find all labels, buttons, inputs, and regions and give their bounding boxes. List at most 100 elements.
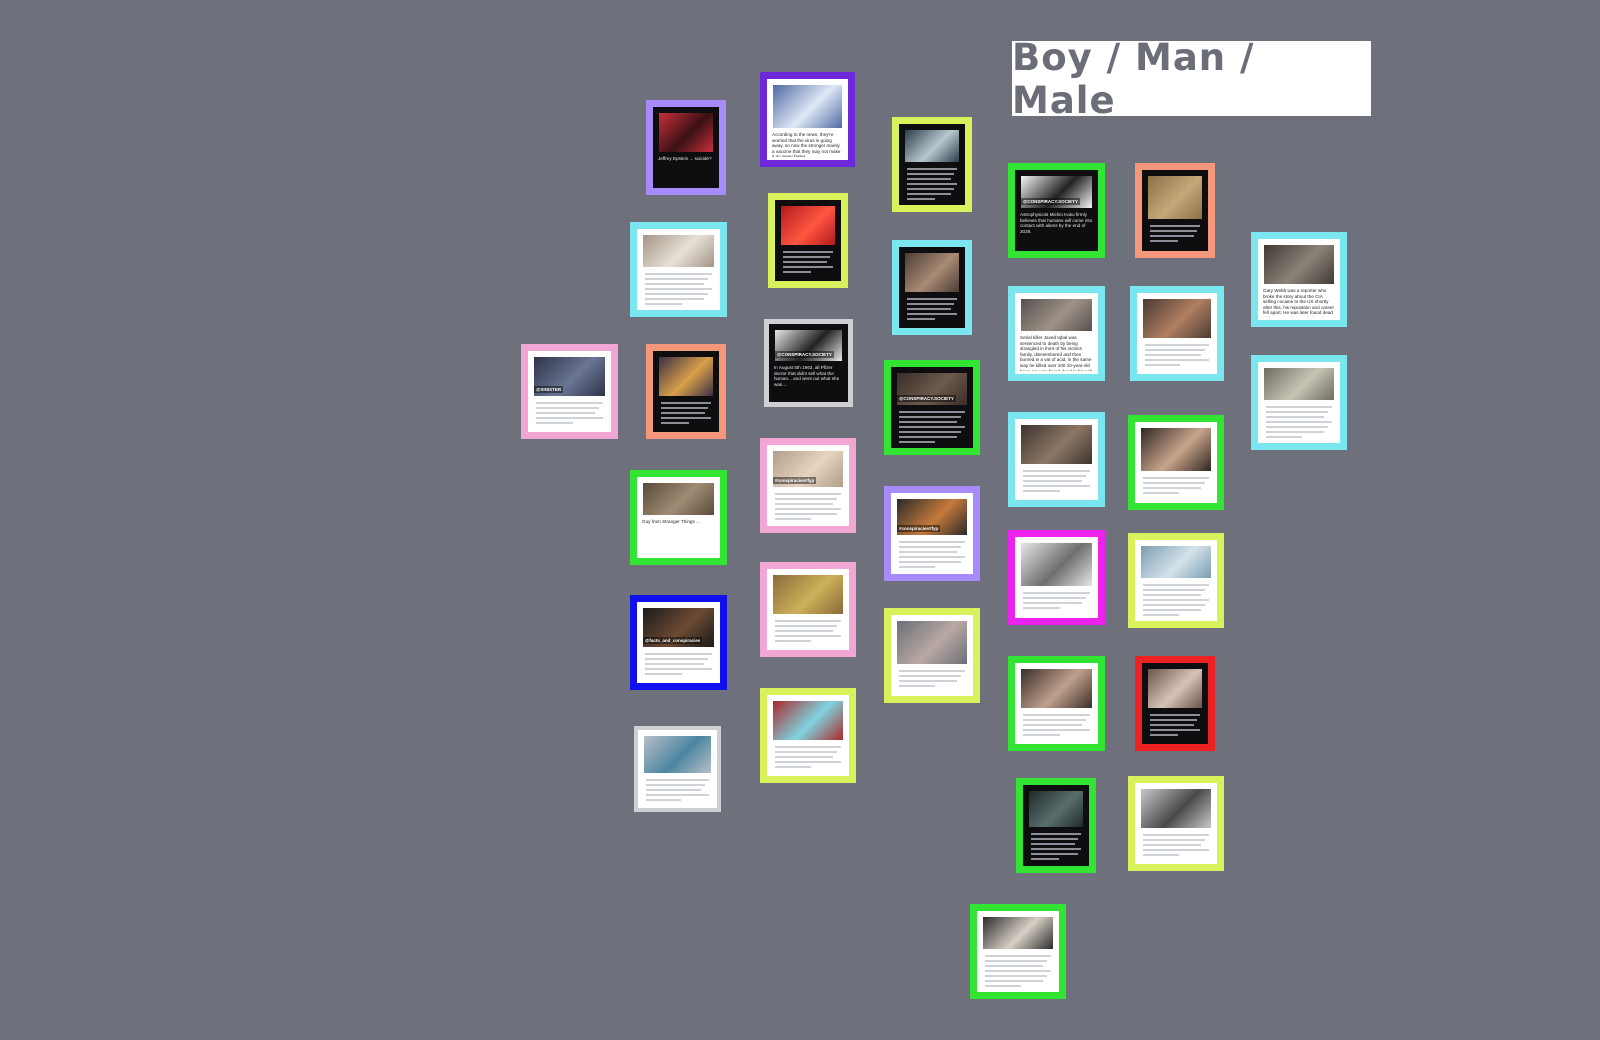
card-photo [659, 113, 713, 152]
card-photo [773, 701, 843, 740]
board-card[interactable]: @facts_and_conspiracies [630, 595, 727, 690]
board-card[interactable]: Guy from Stranger Things ... [630, 470, 727, 565]
card-photo [1141, 428, 1211, 471]
card-watermark: @CONSPIRACY.SOCIETY [1021, 198, 1080, 205]
card-photo [781, 206, 835, 245]
card-photo [1143, 299, 1211, 338]
board-title: Boy / Man / Male [1012, 36, 1371, 122]
board-card[interactable]: #conspiracies#fyp [760, 438, 856, 533]
card-photo [1029, 791, 1083, 827]
board-card[interactable] [1135, 656, 1215, 751]
card-photo [644, 736, 711, 773]
card-watermark: @CONSPIRACY.SOCIETY [897, 395, 956, 402]
board-card[interactable] [1008, 412, 1105, 507]
card-caption-lines [1150, 714, 1200, 739]
card-watermark: @SINISTER [534, 386, 564, 393]
board-card[interactable] [760, 562, 856, 657]
card-caption-lines [1150, 225, 1200, 245]
board-card[interactable] [892, 117, 972, 212]
card-caption-lines [1143, 584, 1209, 619]
card-caption: Guy from Stranger Things ... [642, 519, 715, 555]
card-caption: Jeffrey Epstein ... suicide? [658, 156, 714, 185]
board-card[interactable] [630, 222, 727, 317]
card-caption-lines [783, 251, 833, 276]
board-card[interactable]: Gary Webb was a reporter who broke the s… [1251, 232, 1347, 327]
card-caption-lines [899, 541, 965, 571]
card-caption-lines [907, 168, 957, 203]
board-card[interactable] [884, 608, 980, 703]
card-caption-lines [775, 746, 841, 771]
card-caption-lines [646, 779, 709, 804]
card-photo [983, 917, 1053, 949]
board-card[interactable] [970, 904, 1066, 999]
card-caption-lines [899, 411, 965, 446]
card-watermark: #conspiracies#fyp [897, 525, 941, 532]
card-photo [773, 85, 842, 128]
board-card[interactable]: @CONSPIRACY.SOCIETY In August 5th 1963, a… [764, 319, 853, 407]
card-photo [1021, 299, 1092, 331]
card-caption-lines [1023, 470, 1090, 495]
card-caption-lines [907, 298, 957, 323]
card-photo [773, 575, 843, 614]
card-watermark: @CONSPIRACY.SOCIETY [775, 351, 834, 358]
board-card[interactable] [1135, 163, 1215, 258]
board-card[interactable] [1128, 533, 1224, 628]
card-caption: Serial killer Javed Iqbal was sentenced … [1020, 335, 1093, 371]
board-card[interactable]: Serial killer Javed Iqbal was sentenced … [1008, 286, 1105, 381]
board-card[interactable] [1008, 530, 1105, 625]
card-caption-lines [1143, 834, 1209, 859]
card-caption: In August 5th 1963, all Pfizer doctor th… [774, 365, 843, 399]
card-caption-lines [645, 653, 712, 678]
board-card[interactable] [1130, 286, 1224, 381]
card-photo [643, 483, 714, 515]
board-card[interactable]: #conspiracies#fyp [884, 486, 980, 581]
board-card[interactable] [1008, 656, 1105, 751]
card-photo [1264, 368, 1334, 400]
card-caption: According to the news, they're worried t… [772, 132, 843, 157]
card-caption-lines [775, 493, 841, 523]
board-card[interactable] [646, 344, 726, 439]
card-caption: Gary Webb was a reporter who broke the s… [1263, 288, 1335, 317]
board-card[interactable] [1128, 776, 1224, 871]
card-photo [643, 235, 714, 267]
board-card[interactable] [1016, 778, 1096, 873]
board-card[interactable]: @SINISTER [521, 344, 618, 439]
card-caption-lines [1023, 592, 1090, 612]
card-caption-lines [1145, 344, 1209, 369]
board-card[interactable] [892, 240, 972, 335]
card-photo [1148, 669, 1202, 708]
card-caption-lines [1031, 833, 1081, 863]
board-card[interactable]: According to the news, they're worried t… [760, 72, 855, 167]
card-caption-lines [1266, 406, 1332, 441]
card-photo [897, 621, 967, 664]
board-card[interactable] [760, 688, 856, 783]
card-caption: Astrophysicist Michio Kaku firmly believ… [1020, 212, 1093, 248]
card-caption-lines [899, 670, 965, 690]
card-caption-lines [1143, 477, 1209, 497]
board-card[interactable]: Jeffrey Epstein ... suicide? [646, 100, 726, 195]
board-card[interactable] [768, 193, 848, 288]
card-caption-lines [536, 402, 603, 427]
board-card[interactable] [634, 726, 721, 812]
card-photo [1021, 543, 1092, 586]
card-photo [659, 357, 713, 396]
board-title-text: Boy / Man / Male [1012, 35, 1255, 122]
card-caption-lines [1023, 714, 1090, 739]
card-caption-lines [985, 955, 1051, 990]
card-photo [1141, 789, 1211, 828]
card-photo [1148, 176, 1202, 219]
card-photo [1021, 425, 1092, 464]
board-card[interactable]: @CONSPIRACY.SOCIETY Astrophysicist Michio… [1008, 163, 1105, 258]
card-photo [905, 130, 959, 162]
card-caption-lines [775, 620, 841, 645]
card-caption-lines [645, 273, 712, 308]
board-card[interactable] [1251, 355, 1347, 450]
card-watermark: @facts_and_conspiracies [643, 637, 703, 644]
card-photo [1141, 546, 1211, 578]
board-card[interactable]: @CONSPIRACY.SOCIETY [884, 360, 980, 455]
card-photo [1021, 669, 1092, 708]
board-card[interactable] [1128, 415, 1224, 510]
card-photo [905, 253, 959, 292]
card-photo [1264, 245, 1334, 284]
card-watermark: #conspiracies#fyp [773, 477, 817, 484]
